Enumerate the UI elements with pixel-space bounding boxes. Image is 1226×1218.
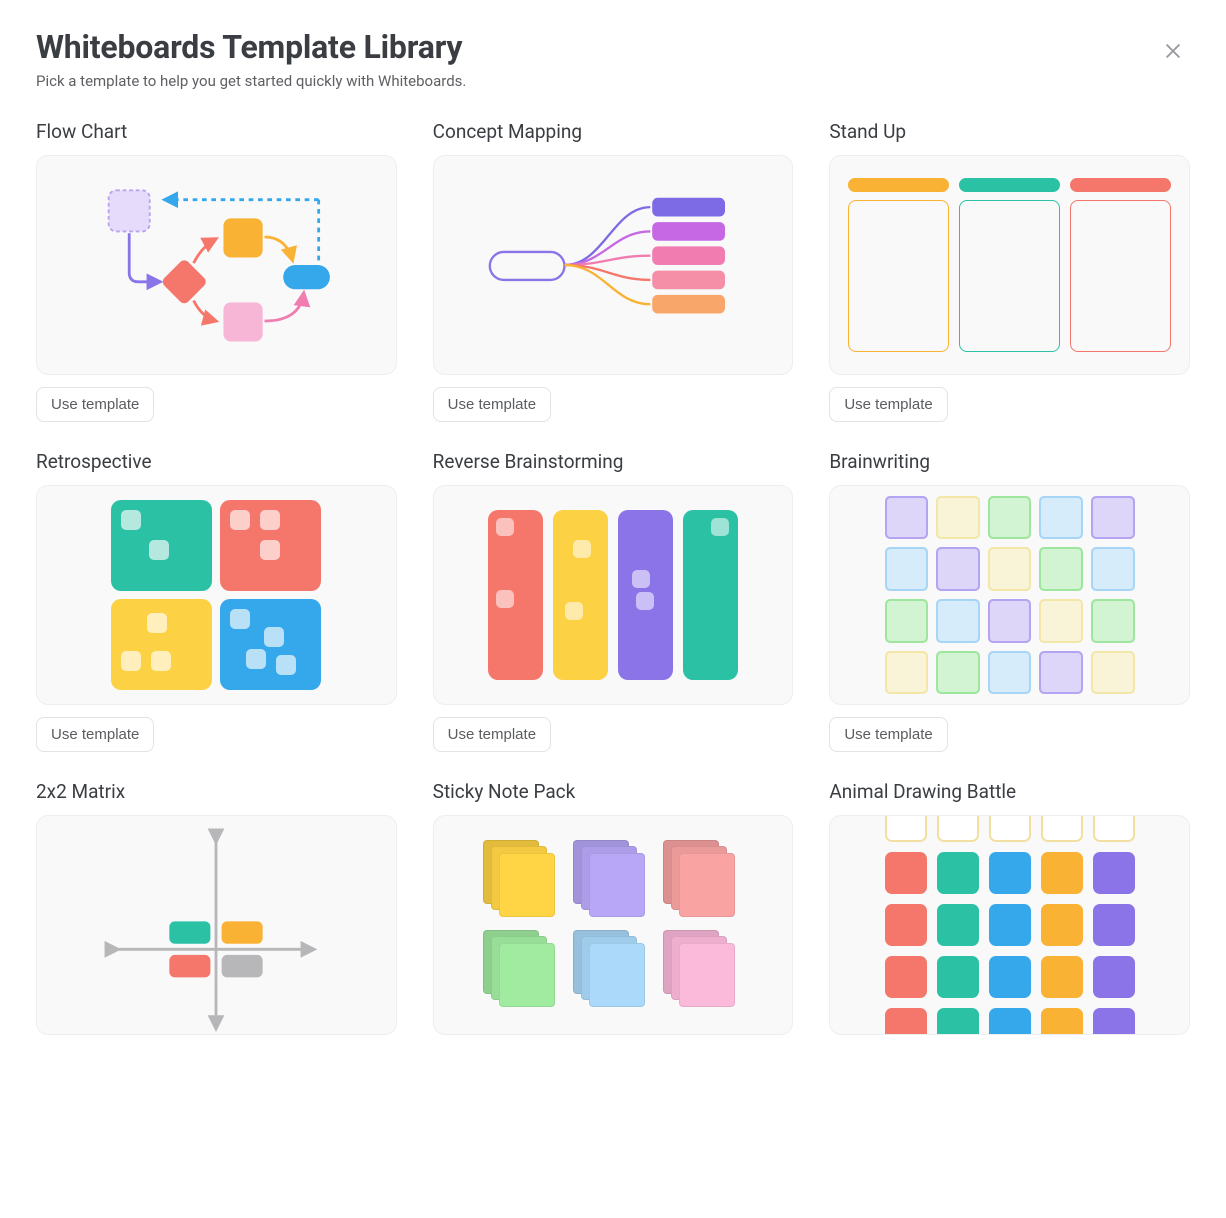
use-template-button[interactable]: Use template: [36, 717, 154, 752]
use-template-button[interactable]: Use template: [829, 717, 947, 752]
use-template-button[interactable]: Use template: [433, 387, 551, 422]
template-card-reverse-brainstorming: Reverse Brainstorming Use template: [433, 450, 794, 752]
template-title: Sticky Note Pack: [433, 780, 794, 803]
template-title: Reverse Brainstorming: [433, 450, 794, 473]
template-thumbnail-flow-chart[interactable]: [36, 155, 397, 375]
template-card-retrospective: Retrospective Use template: [36, 450, 397, 752]
template-card-animal-drawing-battle: Animal Drawing Battle: [829, 780, 1190, 1035]
page-title: Whiteboards Template Library: [36, 28, 466, 66]
template-thumbnail-animal-drawing-battle[interactable]: [829, 815, 1190, 1035]
template-thumbnail-2x2-matrix[interactable]: [36, 815, 397, 1035]
template-title: Animal Drawing Battle: [829, 780, 1190, 803]
template-title: Flow Chart: [36, 120, 397, 143]
template-title: Concept Mapping: [433, 120, 794, 143]
template-card-concept-mapping: Concept Mapping Use template: [433, 120, 794, 422]
template-title: Retrospective: [36, 450, 397, 473]
use-template-button[interactable]: Use template: [36, 387, 154, 422]
template-thumbnail-stand-up[interactable]: [829, 155, 1190, 375]
template-card-brainwriting: Brainwriting Use template: [829, 450, 1190, 752]
template-thumbnail-concept-mapping[interactable]: [433, 155, 794, 375]
use-template-button[interactable]: Use template: [829, 387, 947, 422]
template-card-stand-up: Stand Up Use template: [829, 120, 1190, 422]
template-card-2x2-matrix: 2x2 Matrix: [36, 780, 397, 1035]
template-card-flow-chart: Flow Chart: [36, 120, 397, 422]
template-thumbnail-reverse-brainstorming[interactable]: [433, 485, 794, 705]
template-title: 2x2 Matrix: [36, 780, 397, 803]
template-card-sticky-note-pack: Sticky Note Pack: [433, 780, 794, 1035]
template-title: Brainwriting: [829, 450, 1190, 473]
page-subtitle: Pick a template to help you get started …: [36, 72, 466, 90]
template-thumbnail-sticky-note-pack[interactable]: [433, 815, 794, 1035]
template-thumbnail-retrospective[interactable]: [36, 485, 397, 705]
template-thumbnail-brainwriting[interactable]: [829, 485, 1190, 705]
close-icon: [1162, 40, 1184, 62]
close-button[interactable]: [1156, 34, 1190, 68]
use-template-button[interactable]: Use template: [433, 717, 551, 752]
template-title: Stand Up: [829, 120, 1190, 143]
template-grid: Flow Chart: [36, 120, 1190, 1035]
